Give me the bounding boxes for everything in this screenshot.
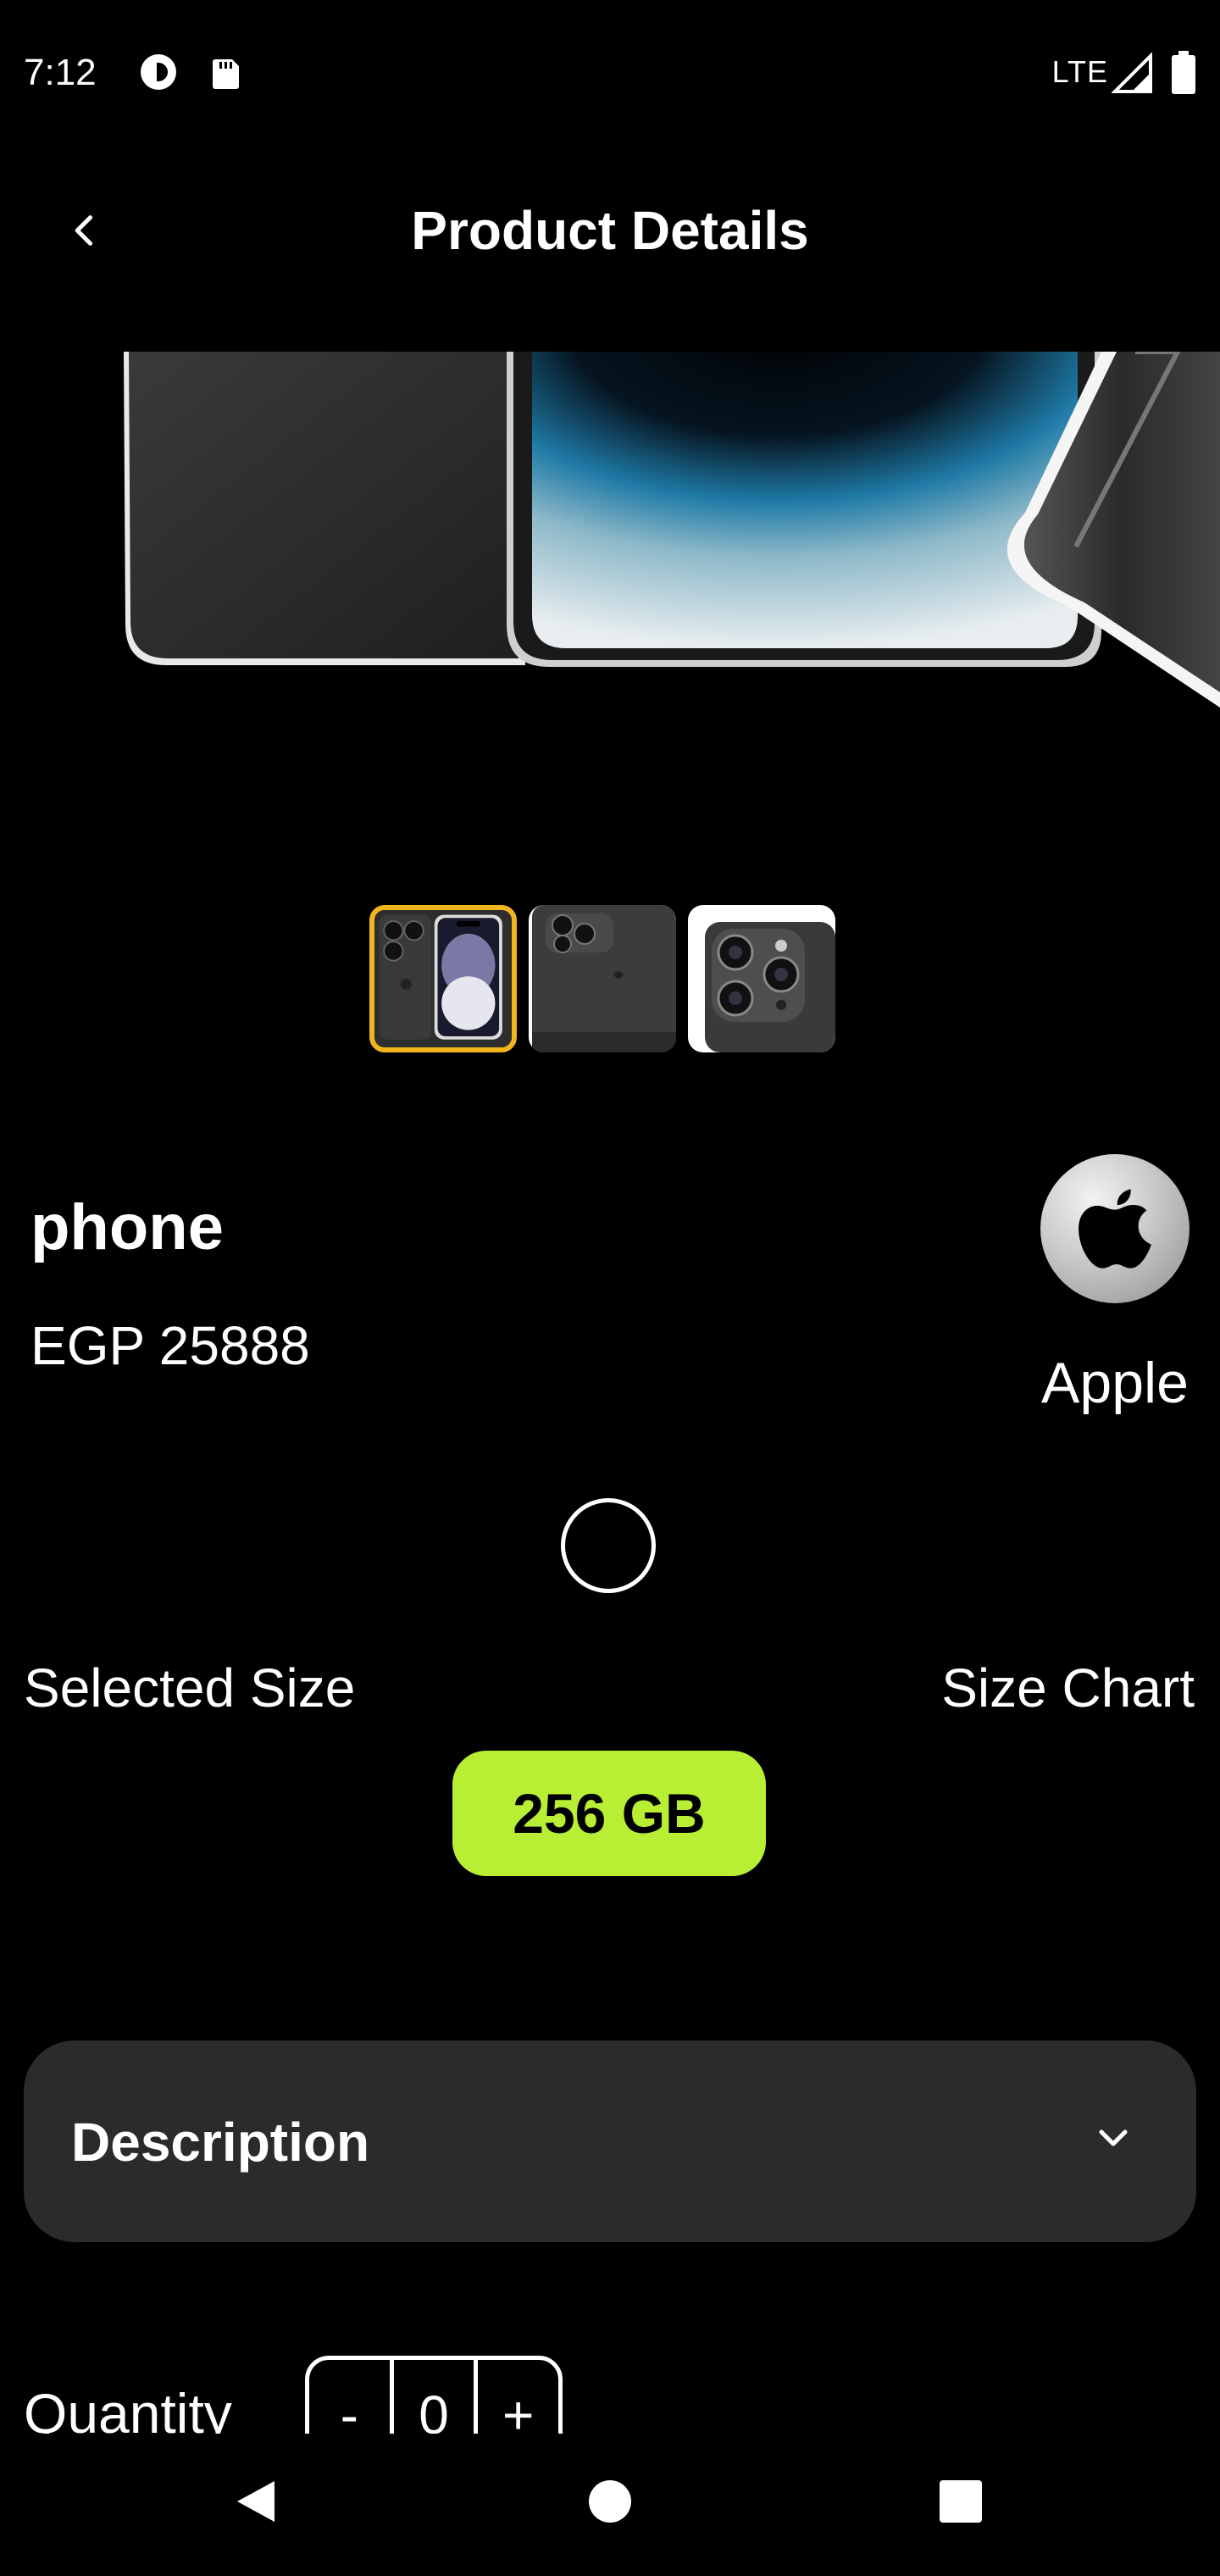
recents-square-icon [940, 2480, 982, 2523]
nav-home-button[interactable] [576, 2468, 644, 2535]
thumbnail-2[interactable] [529, 905, 676, 1052]
notification-icon [139, 53, 178, 92]
thumbnail-3[interactable] [688, 905, 835, 1052]
thumbnail-1[interactable] [369, 905, 517, 1052]
size-option[interactable]: 256 GB [452, 1751, 766, 1876]
battery-icon [1171, 51, 1196, 95]
selected-size-label: Selected Size [24, 1657, 356, 1718]
size-chart-link[interactable]: Size Chart [941, 1656, 1195, 1720]
sd-card-icon [207, 53, 246, 92]
quantity-stepper: - 0 + [305, 2356, 563, 2434]
product-name: phone [30, 1191, 224, 1263]
quantity-row: Quantity - 0 + [0, 2356, 1220, 2434]
system-nav-bar [0, 2434, 1220, 2576]
quantity-label: Quantity [24, 2382, 232, 2434]
nav-recents-button[interactable] [927, 2468, 995, 2535]
signal-icon [1111, 52, 1154, 95]
brand-logo[interactable] [1040, 1154, 1190, 1303]
quantity-value: 0 [389, 2360, 474, 2434]
nav-back-button[interactable] [222, 2468, 290, 2535]
home-circle-icon [589, 2480, 631, 2523]
back-triangle-icon [237, 2481, 274, 2522]
network-type: LTE [1051, 54, 1108, 89]
chevron-down-icon[interactable] [1088, 2113, 1139, 2164]
color-option[interactable] [561, 1498, 656, 1593]
status-time: 7:12 [24, 52, 97, 93]
brand-name: Apple [1041, 1351, 1189, 1415]
decrement-button[interactable]: - [309, 2360, 390, 2434]
product-hero-image[interactable] [0, 352, 1220, 724]
description-label: Description [71, 2112, 370, 2173]
apple-logo-icon [1079, 1189, 1151, 1269]
increment-button[interactable]: + [474, 2360, 558, 2434]
thumbnail-strip [369, 905, 835, 1052]
page-title: Product Details [411, 200, 809, 261]
product-price: EGP 25888 [30, 1315, 310, 1376]
